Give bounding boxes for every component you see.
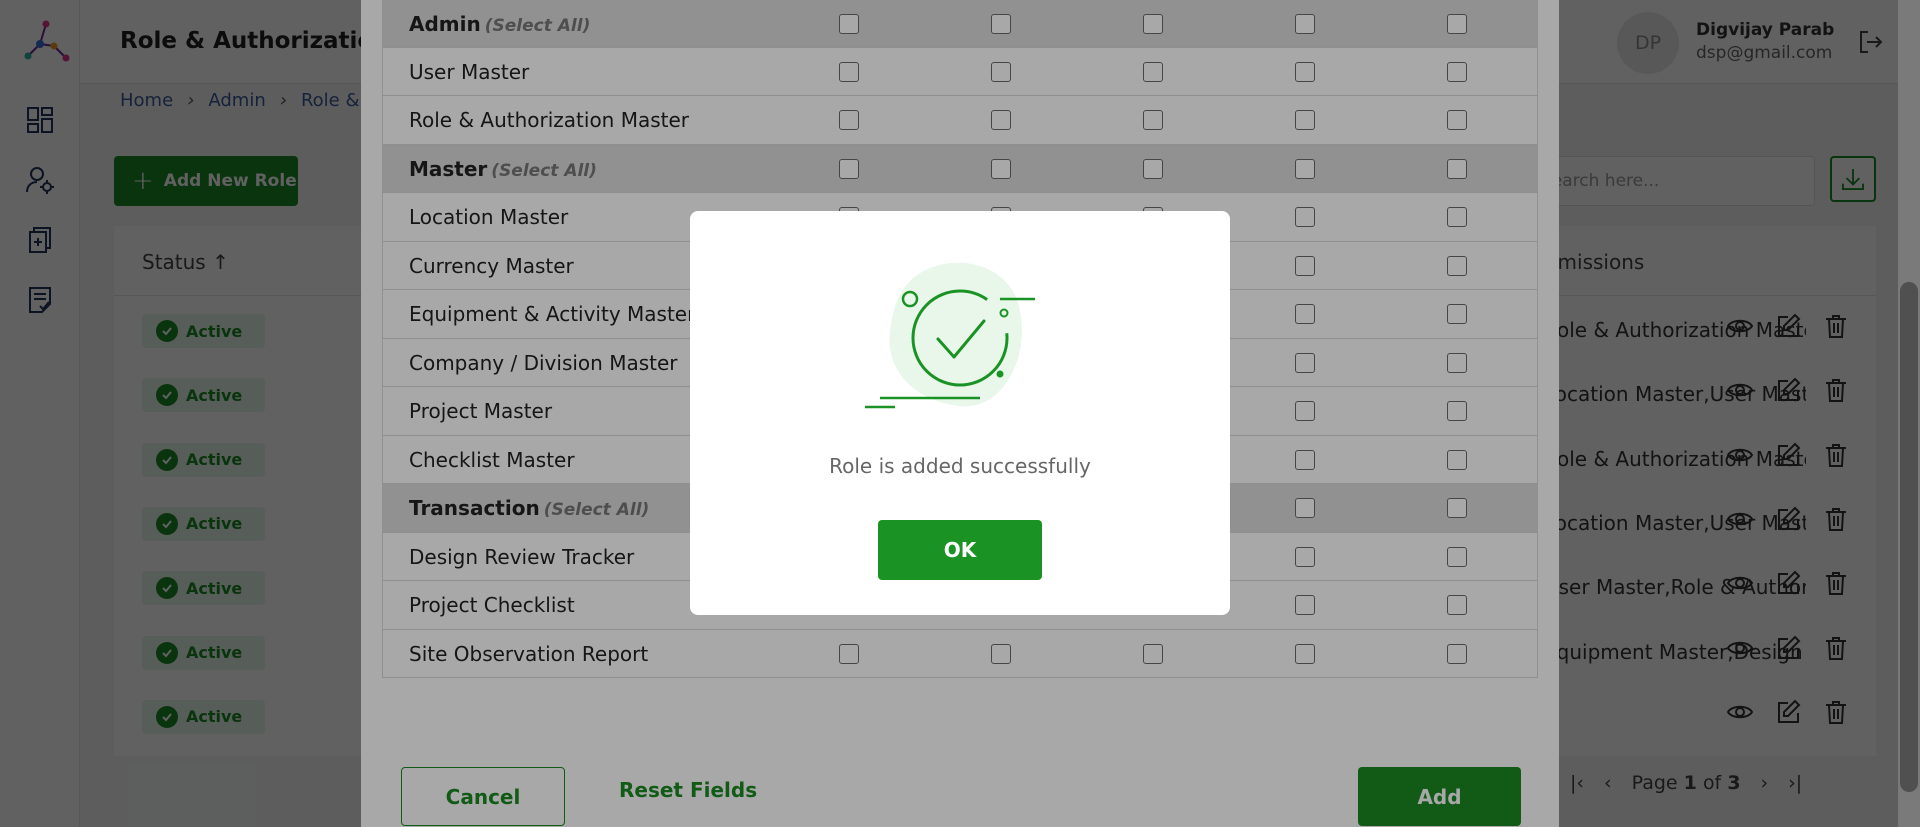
- page-scrollbar-thumb[interactable]: [1900, 282, 1918, 792]
- ok-button[interactable]: OK: [878, 520, 1042, 580]
- success-dialog: Role is added successfully OK: [690, 211, 1230, 615]
- dialog-message: Role is added successfully: [829, 454, 1091, 478]
- success-check-icon: [865, 262, 1035, 409]
